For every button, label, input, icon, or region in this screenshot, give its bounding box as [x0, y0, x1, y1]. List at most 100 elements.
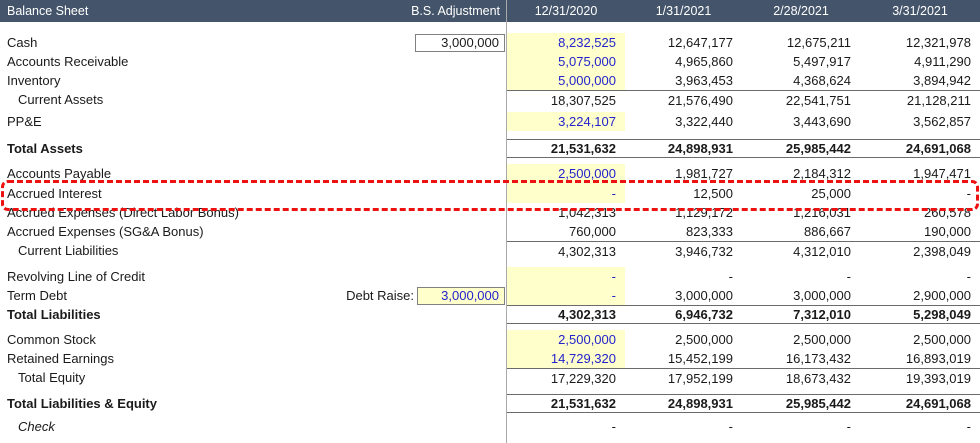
- cell-total-assets-1: 24,898,931: [625, 140, 742, 157]
- header-row: Balance Sheet B.S. Adjustment 12/31/2020…: [0, 0, 980, 22]
- cell-ap-2: 2,184,312: [742, 164, 860, 183]
- cell-accrued-interest-3: -: [860, 183, 980, 203]
- cell-check-2: -: [742, 417, 860, 436]
- spacer: [0, 387, 980, 394]
- cell-inventory-2: 4,368,624: [742, 71, 860, 90]
- adjustment-column-header: B.S. Adjustment: [345, 4, 507, 18]
- cell-ppe-0[interactable]: 3,224,107: [507, 112, 625, 131]
- cell-term-debt-2: 3,000,000: [742, 286, 860, 305]
- cell-ar-1: 4,965,860: [625, 52, 742, 71]
- cell-total-liab-2: 7,312,010: [742, 306, 860, 323]
- row-total-liabilities-equity: Total Liabilities & Equity 21,531,632 24…: [0, 394, 980, 413]
- cell-accrued-interest-1: 12,500: [625, 183, 742, 203]
- cell-common-stock-3: 2,500,000: [860, 330, 980, 349]
- cell-revolver-3: -: [860, 267, 980, 286]
- row-accounts-payable: Accounts Payable 2,500,000 1,981,727 2,1…: [0, 164, 980, 183]
- cell-total-assets-3: 24,691,068: [860, 140, 980, 157]
- cell-ar-0[interactable]: 5,075,000: [507, 52, 625, 71]
- row-label: Common Stock: [0, 332, 345, 347]
- cell-accrued-dl-1: 1,129,172: [625, 203, 742, 222]
- row-inventory: Inventory 5,000,000 3,963,453 4,368,624 …: [0, 71, 980, 90]
- row-retained-earnings: Retained Earnings 14,729,320 15,452,199 …: [0, 349, 980, 368]
- cell-total-equity-2: 18,673,432: [742, 369, 860, 387]
- cell-ap-3: 1,947,471: [860, 164, 980, 183]
- column-divider-line: [506, 0, 507, 443]
- cell-check-3: -: [860, 417, 980, 436]
- cell-retained-earnings-3: 16,893,019: [860, 349, 980, 368]
- cell-common-stock-0[interactable]: 2,500,000: [507, 330, 625, 349]
- cell-total-le-2: 25,985,442: [742, 395, 860, 412]
- cell-accrued-sga-1: 823,333: [625, 222, 742, 241]
- row-label: Accrued Expenses (SG&A Bonus): [0, 224, 345, 239]
- cell-total-equity-1: 17,952,199: [625, 369, 742, 387]
- cell-total-le-3: 24,691,068: [860, 395, 980, 412]
- spacer: [0, 131, 980, 139]
- debt-raise-label: Debt Raise:: [346, 288, 414, 303]
- cell-accrued-sga-0: 760,000: [507, 222, 625, 241]
- cell-total-liab-1: 6,946,732: [625, 306, 742, 323]
- cell-cash-3: 12,321,978: [860, 33, 980, 52]
- row-label: Total Liabilities: [0, 307, 345, 322]
- cell-revolver-1: -: [625, 267, 742, 286]
- row-label: Accounts Receivable: [0, 54, 345, 69]
- cell-cash-1: 12,647,177: [625, 33, 742, 52]
- cell-inventory-1: 3,963,453: [625, 71, 742, 90]
- cell-term-debt-0[interactable]: -: [507, 286, 625, 305]
- cell-ppe-3: 3,562,857: [860, 112, 980, 131]
- row-label: Cash: [0, 35, 345, 50]
- cell-ppe-1: 3,322,440: [625, 112, 742, 131]
- row-label: Term Debt: [0, 288, 345, 303]
- cell-total-le-1: 24,898,931: [625, 395, 742, 412]
- row-ppe: PP&E 3,224,107 3,322,440 3,443,690 3,562…: [0, 112, 980, 131]
- row-label: Revolving Line of Credit: [0, 269, 345, 284]
- cell-current-liab-0: 4,302,313: [507, 242, 625, 260]
- row-cash: Cash 3,000,000 8,232,525 12,647,177 12,6…: [0, 33, 980, 52]
- cell-current-liab-1: 3,946,732: [625, 242, 742, 260]
- row-label: Total Assets: [0, 141, 345, 156]
- row-label: Check: [0, 419, 345, 434]
- spacer: [0, 22, 980, 33]
- cell-revolver-0[interactable]: -: [507, 267, 625, 286]
- row-label: Total Liabilities & Equity: [0, 396, 345, 411]
- cell-total-liab-0: 4,302,313: [507, 306, 625, 323]
- cell-accrued-interest-0[interactable]: -: [507, 183, 625, 203]
- row-revolver: Revolving Line of Credit - - - -: [0, 267, 980, 286]
- debt-raise-input[interactable]: 3,000,000: [417, 287, 505, 305]
- cell-inventory-0[interactable]: 5,000,000: [507, 71, 625, 90]
- cell-ar-3: 4,911,290: [860, 52, 980, 71]
- row-common-stock: Common Stock 2,500,000 2,500,000 2,500,0…: [0, 330, 980, 349]
- cell-term-debt-3: 2,900,000: [860, 286, 980, 305]
- cell-ap-1: 1,981,727: [625, 164, 742, 183]
- cell-current-assets-1: 21,576,490: [625, 91, 742, 109]
- sheet-title: Balance Sheet: [0, 4, 345, 18]
- row-label: Inventory: [0, 73, 345, 88]
- date-column-header: 1/31/2021: [625, 0, 742, 22]
- row-check: Check - - - -: [0, 417, 980, 436]
- row-accrued-sga: Accrued Expenses (SG&A Bonus) 760,000 82…: [0, 222, 980, 241]
- cell-retained-earnings-2: 16,173,432: [742, 349, 860, 368]
- cell-accrued-sga-2: 886,667: [742, 222, 860, 241]
- row-label: Current Liabilities: [0, 243, 345, 258]
- cell-total-equity-0: 17,229,320: [507, 369, 625, 387]
- cell-ap-0[interactable]: 2,500,000: [507, 164, 625, 183]
- cell-retained-earnings-0[interactable]: 14,729,320: [507, 349, 625, 368]
- cell-ppe-2: 3,443,690: [742, 112, 860, 131]
- cell-current-liab-3: 2,398,049: [860, 242, 980, 260]
- cell-common-stock-1: 2,500,000: [625, 330, 742, 349]
- cell-check-0: -: [507, 417, 625, 436]
- cell-revolver-2: -: [742, 267, 860, 286]
- date-column-header: 3/31/2021: [860, 0, 980, 22]
- cell-cash-0[interactable]: 8,232,525: [507, 33, 625, 52]
- cell-current-liab-2: 4,312,010: [742, 242, 860, 260]
- cash-adjustment-input[interactable]: 3,000,000: [415, 34, 505, 52]
- cell-total-liab-3: 5,298,049: [860, 306, 980, 323]
- cell-accrued-dl-3: 260,578: [860, 203, 980, 222]
- row-label: Current Assets: [0, 92, 345, 107]
- cell-inventory-3: 3,894,942: [860, 71, 980, 90]
- cell-current-assets-0: 18,307,525: [507, 91, 625, 109]
- cell-term-debt-1: 3,000,000: [625, 286, 742, 305]
- cell-ar-2: 5,497,917: [742, 52, 860, 71]
- balance-sheet: Balance Sheet B.S. Adjustment 12/31/2020…: [0, 0, 980, 443]
- row-current-liabilities: Current Liabilities 4,302,313 3,946,732 …: [0, 241, 980, 260]
- cell-current-assets-2: 22,541,751: [742, 91, 860, 109]
